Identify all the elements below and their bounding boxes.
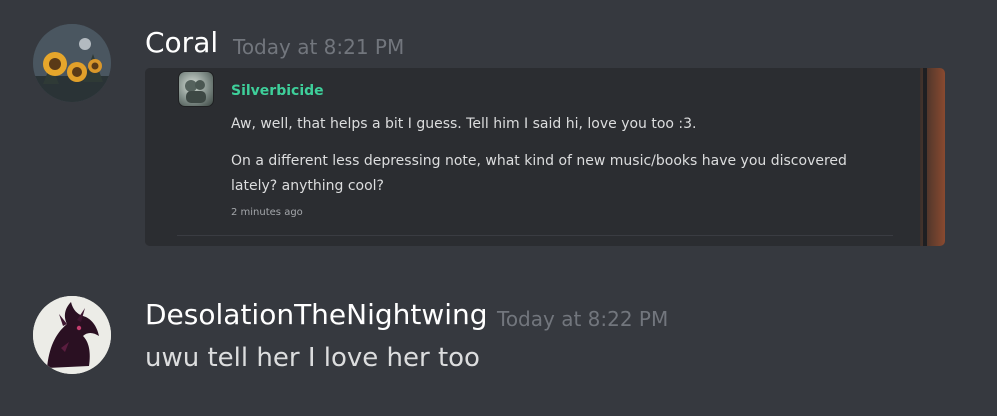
embed-side-stripe bbox=[920, 68, 945, 246]
dragon-avatar-icon[interactable] bbox=[33, 296, 111, 374]
embed-text-line: Aw, well, that helps a bit I guess. Tell… bbox=[231, 116, 697, 132]
embed-timestamp: 2 minutes ago bbox=[231, 207, 303, 218]
embed-text-line: lately? anything cool? bbox=[231, 178, 384, 194]
username[interactable]: Coral bbox=[145, 26, 218, 59]
embed-text-line: On a different less depressing note, wha… bbox=[231, 153, 847, 169]
username[interactable]: DesolationTheNightwing bbox=[145, 298, 488, 331]
chat-messages: Coral Today at 8:21 PM Silverbicide Aw, … bbox=[0, 0, 997, 416]
message-coral: Coral Today at 8:21 PM Silverbicide Aw, … bbox=[0, 0, 997, 260]
embed-author-name: Silverbicide bbox=[231, 83, 324, 99]
embed-body: Silverbicide Aw, well, that helps a bit … bbox=[145, 68, 920, 246]
embedded-message-card[interactable]: Silverbicide Aw, well, that helps a bit … bbox=[145, 68, 945, 246]
message-content: uwu tell her I love her too bbox=[145, 343, 480, 373]
embed-author-avatar-icon bbox=[178, 71, 214, 107]
timestamp: Today at 8:21 PM bbox=[233, 35, 405, 59]
sunflower-avatar-icon[interactable] bbox=[33, 24, 111, 102]
embed-divider bbox=[177, 235, 893, 236]
timestamp: Today at 8:22 PM bbox=[497, 307, 669, 331]
